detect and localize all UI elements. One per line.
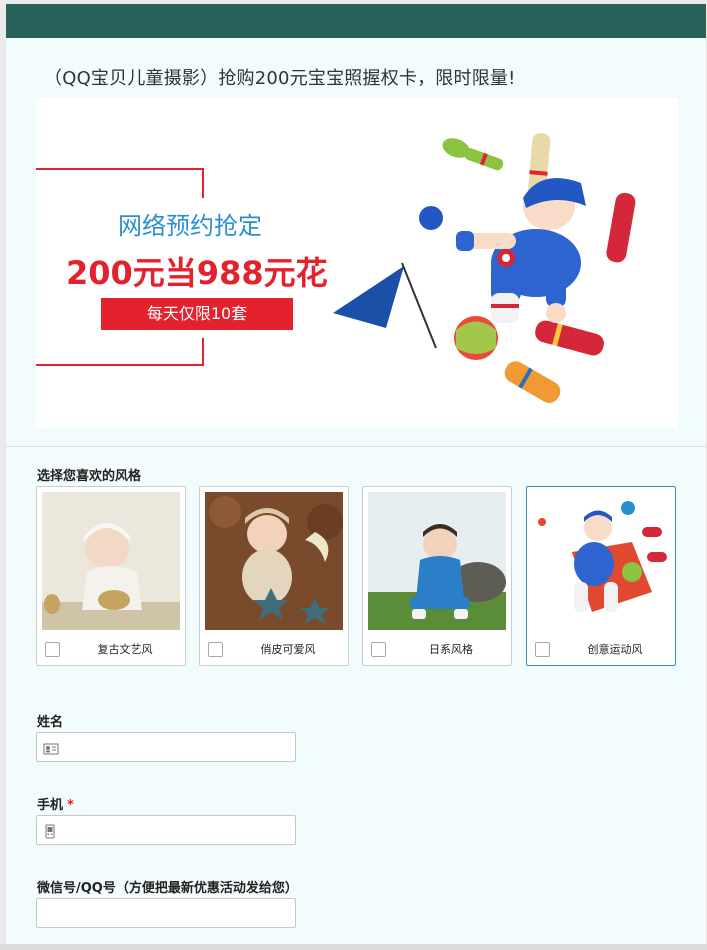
banner-baby-illustration bbox=[333, 132, 636, 403]
style-section-label: 选择您喜欢的风格 bbox=[37, 469, 142, 484]
style-options: 复古文艺风 俏皮可爱风 日系风格 创意运动风 bbox=[36, 486, 678, 668]
promo-banner: 网络预约抢定 200元当988元花 每天仅限10套 bbox=[36, 98, 678, 428]
name-field-label: 姓名 bbox=[37, 715, 64, 730]
phone-label-text: 手机 bbox=[37, 798, 64, 813]
style-label-vintage: 复古文艺风 bbox=[97, 643, 153, 656]
style-photo-japanese bbox=[368, 492, 506, 630]
id-card-icon bbox=[43, 741, 59, 760]
name-input[interactable] bbox=[37, 733, 295, 761]
header-bar bbox=[6, 4, 706, 38]
style-photo-cute bbox=[205, 492, 343, 630]
style-label-cute: 俏皮可爱风 bbox=[260, 643, 316, 656]
style-checkbox-sporty[interactable] bbox=[535, 642, 550, 657]
page-title: （QQ宝贝儿童摄影）抢购200元宝宝照握权卡，限时限量! bbox=[44, 68, 516, 89]
style-option-vintage[interactable]: 复古文艺风 bbox=[36, 486, 186, 666]
style-label-sporty: 创意运动风 bbox=[587, 643, 643, 656]
style-label-japanese: 日系风格 bbox=[429, 643, 473, 656]
wechat-field-label: 微信号/QQ号（方便把最新优惠活动发给您） bbox=[37, 881, 298, 896]
required-mark: * bbox=[67, 798, 74, 813]
page-bottom-edge bbox=[0, 944, 707, 950]
name-field[interactable] bbox=[36, 732, 296, 762]
phone-field-label: 手机 * bbox=[37, 794, 74, 813]
wechat-input[interactable] bbox=[37, 899, 295, 927]
style-option-japanese[interactable]: 日系风格 bbox=[362, 486, 512, 666]
mobile-phone-icon bbox=[43, 824, 57, 843]
style-option-sporty[interactable]: 创意运动风 bbox=[526, 486, 676, 666]
phone-input[interactable] bbox=[37, 816, 295, 844]
style-photo-vintage bbox=[42, 492, 180, 630]
section-divider bbox=[6, 446, 706, 447]
style-option-cute[interactable]: 俏皮可爱风 bbox=[199, 486, 349, 666]
style-checkbox-cute[interactable] bbox=[208, 642, 223, 657]
wechat-field[interactable] bbox=[36, 898, 296, 928]
phone-field[interactable] bbox=[36, 815, 296, 845]
style-checkbox-vintage[interactable] bbox=[45, 642, 60, 657]
style-photo-sporty bbox=[532, 492, 670, 630]
form-page: （QQ宝贝儿童摄影）抢购200元宝宝照握权卡，限时限量! 网络预约抢定 200元… bbox=[6, 4, 706, 944]
style-checkbox-japanese[interactable] bbox=[371, 642, 386, 657]
